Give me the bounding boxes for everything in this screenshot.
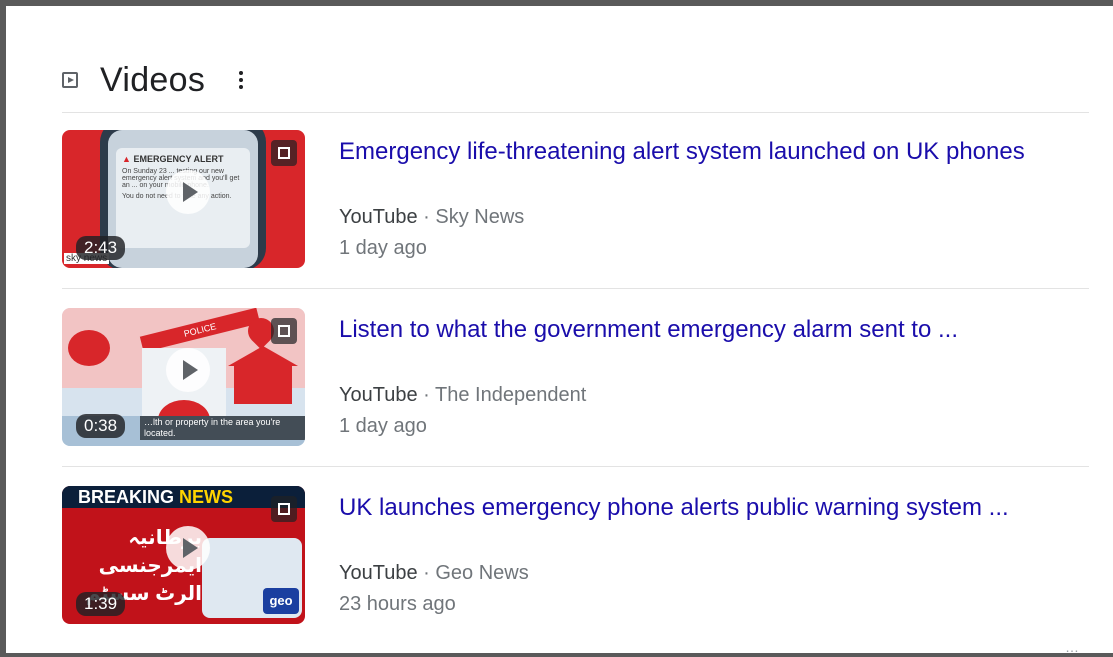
- video-result[interactable]: ▲ EMERGENCY ALERT On Sunday 23 ... testi…: [62, 130, 1089, 270]
- video-title-link[interactable]: Emergency life-threatening alert system …: [339, 138, 1089, 166]
- divider: [62, 112, 1089, 113]
- divider: [62, 288, 1089, 289]
- separator: ·: [417, 206, 436, 228]
- channel-name: Geo News: [435, 562, 529, 584]
- video-result[interactable]: POLICE …lth or property in the area you'…: [62, 308, 1089, 448]
- separator: ·: [417, 384, 436, 406]
- more-vert-icon[interactable]: [235, 67, 247, 93]
- divider: [62, 466, 1089, 467]
- section-title: Videos: [100, 60, 206, 99]
- video-date: 23 hours ago: [339, 593, 456, 615]
- duration-badge: 2:43: [76, 236, 126, 260]
- platform-name: YouTube: [339, 384, 418, 406]
- duration-badge: 0:38: [76, 414, 126, 438]
- video-result[interactable]: BREAKING NEWS برطانیہ ایمرجنسی الرٹ سسٹم…: [62, 486, 1089, 626]
- video-info: Listen to what the government emergency …: [339, 308, 1089, 438]
- alert-heading: EMERGENCY ALERT: [133, 154, 224, 164]
- video-info: UK launches emergency phone alerts publi…: [339, 486, 1089, 616]
- video-info: Emergency life-threatening alert system …: [339, 130, 1089, 260]
- play-icon[interactable]: [166, 170, 210, 214]
- breaking-news-banner: BREAKING NEWS: [62, 486, 305, 508]
- video-title-link[interactable]: Listen to what the government emergency …: [339, 316, 1089, 344]
- play-icon[interactable]: [166, 526, 210, 570]
- videos-header: Videos: [62, 58, 247, 102]
- house-graphic: [234, 364, 292, 404]
- channel-name: Sky News: [435, 206, 525, 228]
- channel-name: The Independent: [435, 384, 587, 406]
- see-all-link[interactable]: …: [1065, 639, 1079, 655]
- video-source: YouTube · The Independent: [339, 384, 1089, 407]
- video-source: YouTube · Sky News: [339, 206, 1089, 229]
- video-thumbnail[interactable]: POLICE …lth or property in the area you'…: [62, 308, 305, 446]
- video-source: YouTube · Geo News: [339, 562, 1089, 585]
- virus-graphic: [68, 330, 110, 366]
- play-icon[interactable]: [166, 348, 210, 392]
- geo-news-logo: geo: [263, 588, 299, 614]
- video-date: 1 day ago: [339, 237, 427, 259]
- expand-icon[interactable]: [271, 140, 297, 166]
- video-date: 1 day ago: [339, 415, 427, 437]
- warning-icon: ▲: [122, 154, 131, 164]
- platform-name: YouTube: [339, 206, 418, 228]
- video-thumbnail[interactable]: BREAKING NEWS برطانیہ ایمرجنسی الرٹ سسٹم…: [62, 486, 305, 624]
- video-title-link[interactable]: UK launches emergency phone alerts publi…: [339, 494, 1089, 522]
- expand-icon[interactable]: [271, 496, 297, 522]
- video-thumbnail[interactable]: ▲ EMERGENCY ALERT On Sunday 23 ... testi…: [62, 130, 305, 268]
- duration-badge: 1:39: [76, 592, 126, 616]
- video-caption: …lth or property in the area you're loca…: [140, 416, 305, 440]
- platform-name: YouTube: [339, 562, 418, 584]
- separator: ·: [417, 562, 436, 584]
- play-box-icon: [62, 72, 78, 88]
- expand-icon[interactable]: [271, 318, 297, 344]
